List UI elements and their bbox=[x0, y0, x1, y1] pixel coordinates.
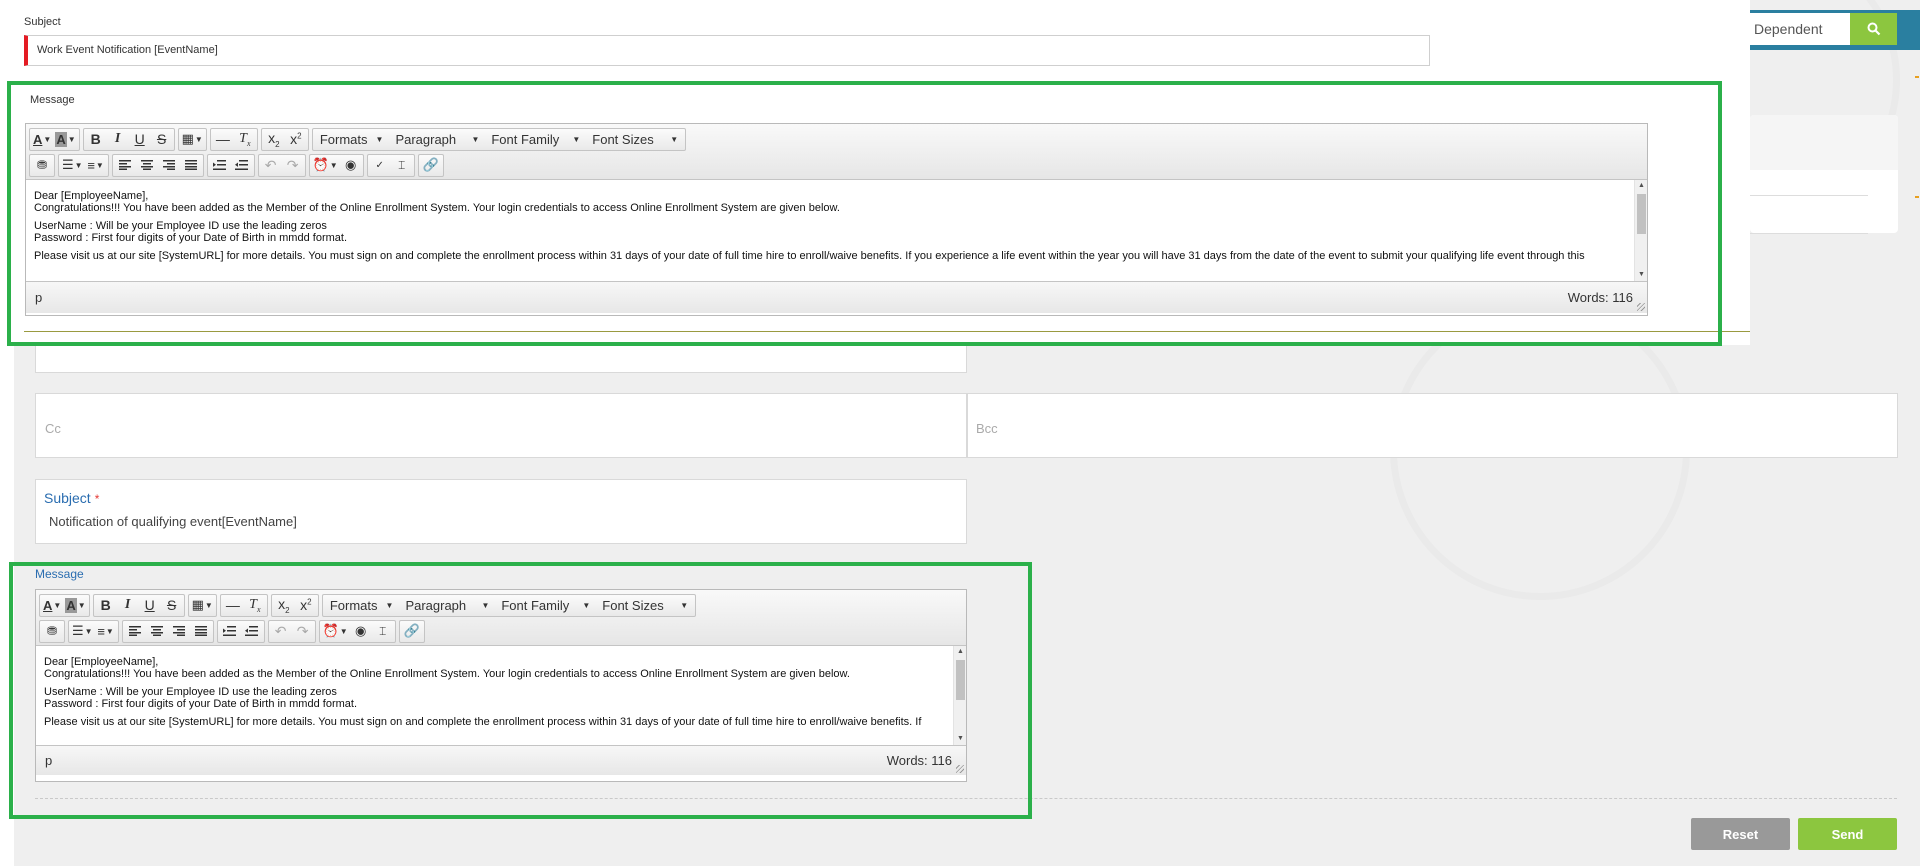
send-button[interactable]: Send bbox=[1798, 818, 1897, 850]
cc-placeholder: Cc bbox=[45, 421, 61, 436]
search-button[interactable] bbox=[1850, 13, 1897, 45]
side-panel bbox=[1750, 115, 1898, 234]
required-mark: * bbox=[94, 492, 100, 506]
edge-marker bbox=[1915, 76, 1919, 78]
bcc-field[interactable] bbox=[967, 393, 1898, 458]
side-panel-header bbox=[1750, 115, 1898, 170]
highlight-box-bottom bbox=[9, 562, 1032, 819]
search-input[interactable]: Dependent bbox=[1750, 13, 1850, 45]
bcc-placeholder: Bcc bbox=[976, 421, 998, 436]
search-icon bbox=[1867, 22, 1880, 36]
subject-label-text: Subject bbox=[44, 490, 91, 506]
top-subject-input[interactable]: Work Event Notification [EventName] bbox=[24, 35, 1430, 66]
subject-value: Notification of qualifying event[EventNa… bbox=[49, 514, 297, 529]
reset-button[interactable]: Reset bbox=[1691, 818, 1790, 850]
top-subject-label: Subject bbox=[24, 16, 61, 28]
subject-field[interactable] bbox=[35, 479, 967, 544]
highlight-box-top bbox=[7, 81, 1722, 346]
edge-marker bbox=[1915, 196, 1919, 198]
cc-field[interactable] bbox=[35, 393, 967, 458]
to-field[interactable] bbox=[35, 343, 967, 373]
divider bbox=[1750, 233, 1868, 234]
divider bbox=[1750, 195, 1868, 196]
subject-label: Subject * bbox=[44, 490, 99, 506]
